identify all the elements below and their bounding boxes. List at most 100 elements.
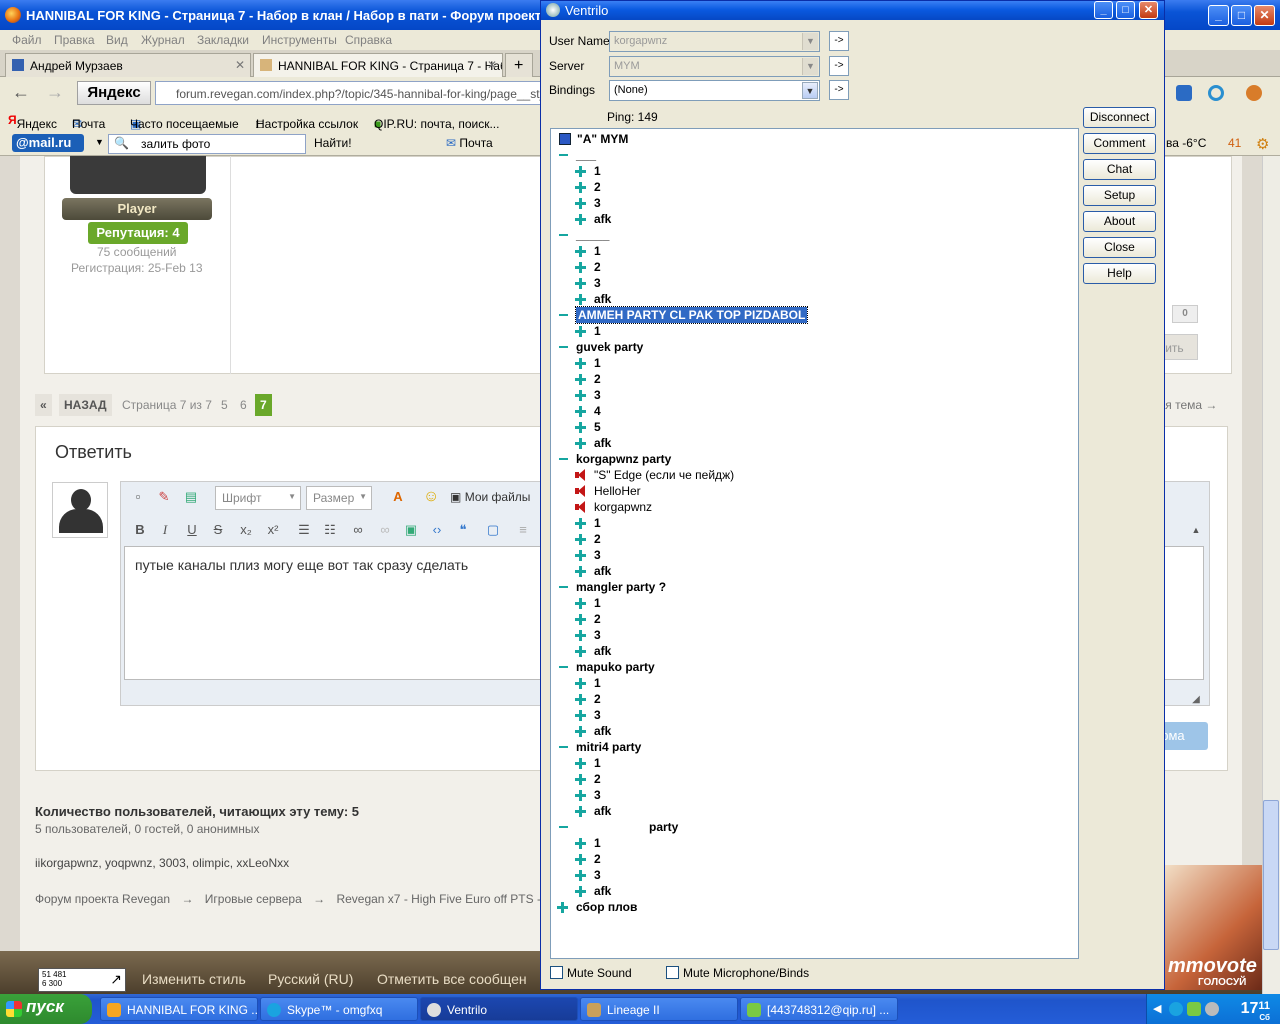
breadcrumb-server[interactable]: Revegan x7 - High Five Euro off PTS - G: [336, 892, 553, 906]
toolbar-icon[interactable]: [1176, 85, 1192, 101]
subchannel-node[interactable]: 2: [551, 851, 1071, 867]
mute-sound-checkbox[interactable]: Mute Sound: [550, 966, 632, 980]
link-icon[interactable]: ∞: [350, 522, 366, 538]
about-button[interactable]: About: [1083, 211, 1156, 232]
pagination-first[interactable]: «: [35, 394, 52, 416]
subchannel-node[interactable]: 1: [551, 515, 1071, 531]
subchannel-node[interactable]: 1: [551, 675, 1071, 691]
server-node[interactable]: "A" MYM: [551, 131, 1071, 147]
subchannel-node[interactable]: 2: [551, 691, 1071, 707]
channel-node[interactable]: _____: [551, 227, 1071, 243]
subchannel-node[interactable]: 5: [551, 419, 1071, 435]
mailru-logo[interactable]: @mail.ru: [12, 134, 84, 152]
channel-node[interactable]: AMMEH PARTY CL PAK TOP PIZDABOL: [551, 306, 1071, 324]
setup-button[interactable]: Setup: [1083, 185, 1156, 206]
resize-handle-icon[interactable]: ◢: [1188, 692, 1204, 708]
tab-murzaev[interactable]: Андрей Мурзаев ✕: [5, 53, 251, 77]
breadcrumb-servers[interactable]: Игровые сервера: [205, 892, 302, 906]
my-files-button[interactable]: ▣ Мои файлы: [450, 490, 530, 504]
size-select[interactable]: Размер ▼: [306, 486, 372, 510]
subchannel-node[interactable]: 4: [551, 403, 1071, 419]
channel-node[interactable]: guvek party: [551, 339, 1071, 355]
subchannel-node[interactable]: 3: [551, 387, 1071, 403]
subchannel-node[interactable]: afk: [551, 291, 1071, 307]
subchannel-node[interactable]: 3: [551, 707, 1071, 723]
subchannel-node[interactable]: 2: [551, 179, 1071, 195]
network-icon[interactable]: [1205, 1002, 1219, 1016]
numbered-list-icon[interactable]: ☷: [322, 522, 338, 538]
user-node[interactable]: HelloHer: [551, 483, 1071, 499]
subchannel-node[interactable]: 1: [551, 835, 1071, 851]
counter-badge[interactable]: 41: [1228, 136, 1241, 150]
qip-icon[interactable]: [1208, 85, 1224, 101]
help-button[interactable]: Help: [1083, 263, 1156, 284]
close-button[interactable]: ✕: [1254, 5, 1275, 26]
tray-expand-icon[interactable]: ◀: [1153, 1002, 1161, 1015]
eraser-icon[interactable]: ✎: [156, 489, 172, 505]
subchannel-node[interactable]: afk: [551, 435, 1071, 451]
subchannel-node[interactable]: 2: [551, 531, 1071, 547]
menu-bookmarks[interactable]: Закладки: [197, 33, 249, 47]
addon-icon[interactable]: [1246, 85, 1262, 101]
task-ventrilo[interactable]: Ventrilo: [420, 997, 578, 1021]
yandex-button[interactable]: Яндекс: [77, 81, 151, 105]
subchannel-node[interactable]: afk: [551, 643, 1071, 659]
forward-icon[interactable]: →: [46, 82, 64, 103]
tab-hannibal[interactable]: HANNIBAL FOR KING - Страница 7 - Наб... …: [253, 53, 503, 77]
quote-icon[interactable]: ❝: [455, 522, 471, 538]
task-firefox[interactable]: HANNIBAL FOR KING ...: [100, 997, 258, 1021]
bullet-list-icon[interactable]: ☰: [296, 522, 312, 538]
subchannel-node[interactable]: 1: [551, 755, 1071, 771]
task-lineage[interactable]: Lineage II: [580, 997, 738, 1021]
subchannel-node[interactable]: 3: [551, 787, 1071, 803]
channel-node[interactable]: party: [551, 819, 1071, 835]
change-style-link[interactable]: Изменить стиль: [142, 971, 246, 987]
code-icon[interactable]: ‹›: [429, 522, 445, 538]
find-button[interactable]: Найти!: [314, 136, 352, 150]
pagination-page-7[interactable]: 7: [255, 394, 272, 416]
chat-button[interactable]: Chat: [1083, 159, 1156, 180]
skype-icon[interactable]: [1169, 1002, 1183, 1016]
bold-icon[interactable]: B: [132, 522, 148, 538]
channel-node[interactable]: mitri4 party: [551, 739, 1071, 755]
minimize-button[interactable]: _: [1094, 1, 1113, 19]
unlink-icon[interactable]: ∞: [377, 522, 393, 538]
subchannel-node[interactable]: 2: [551, 259, 1071, 275]
subchannel-node[interactable]: 2: [551, 771, 1071, 787]
new-tab-button[interactable]: +: [505, 53, 533, 77]
text-color-icon[interactable]: A: [390, 489, 406, 505]
back-icon[interactable]: ←: [12, 82, 30, 103]
disconnect-button[interactable]: Disconnect: [1083, 107, 1156, 128]
language-link[interactable]: Русский (RU): [268, 971, 353, 987]
mark-read-link[interactable]: Отметить все сообщен: [377, 971, 527, 987]
server-combo[interactable]: MYM ▼: [609, 56, 820, 77]
menu-view[interactable]: Вид: [106, 33, 128, 47]
indent-icon[interactable]: ≡: [515, 522, 531, 538]
close-button[interactable]: ✕: [1139, 1, 1158, 19]
subchannel-node[interactable]: 2: [551, 371, 1071, 387]
clock[interactable]: 1711 Сб: [1241, 1000, 1270, 1022]
superscript-icon[interactable]: x²: [265, 522, 281, 538]
close-app-button[interactable]: Close: [1083, 237, 1156, 258]
mute-mic-checkbox[interactable]: Mute Microphone/Binds: [666, 966, 809, 980]
task-qip[interactable]: [443748312@qip.ru] ...: [740, 997, 898, 1021]
media-icon[interactable]: ▢: [485, 522, 501, 538]
channel-node[interactable]: сбор плов: [551, 899, 1071, 915]
subchannel-node[interactable]: afk: [551, 883, 1071, 899]
subchannel-node[interactable]: 3: [551, 195, 1071, 211]
channel-tree[interactable]: "A" MYM ___ 1 2 3 afk _____ 1 2 3 afk AMMEH PARTY C…: [550, 128, 1079, 959]
user-node[interactable]: "S" Edge (если че пейдж): [551, 467, 1071, 483]
server-edit-button[interactable]: ->: [829, 56, 849, 76]
subchannel-node[interactable]: afk: [551, 803, 1071, 819]
visit-counter[interactable]: 51 481 6 300 ↗: [38, 968, 126, 992]
menu-help[interactable]: Справка: [345, 33, 392, 47]
gear-icon[interactable]: ⚙: [1256, 135, 1269, 153]
mmovote-banner[interactable]: mmovote ГОЛОСУЙ: [1162, 865, 1262, 990]
smiley-icon[interactable]: ☺: [423, 489, 439, 505]
subchannel-node[interactable]: 3: [551, 627, 1071, 643]
task-skype[interactable]: Skype™ - omgfxq: [260, 997, 418, 1021]
channel-node[interactable]: korgapwnz party: [551, 451, 1071, 467]
subchannel-node[interactable]: 3: [551, 275, 1071, 291]
user-name-combo[interactable]: korgapwnz ▼: [609, 31, 820, 52]
breadcrumb-forum[interactable]: Форум проекта Revegan: [35, 892, 170, 906]
